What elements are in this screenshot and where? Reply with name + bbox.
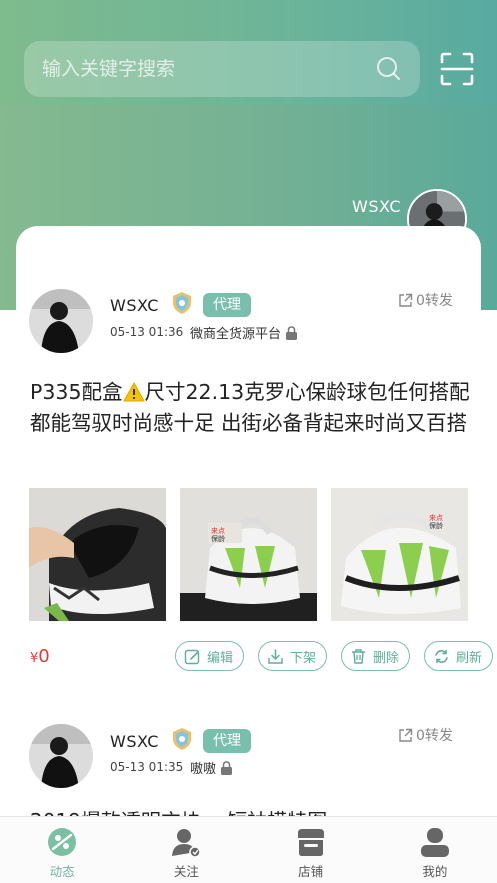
user-profile-icon [420, 828, 449, 857]
share-count: 0转发 [416, 728, 453, 744]
vip-badge-icon [173, 728, 191, 750]
post-username[interactable]: WSXC [110, 732, 159, 751]
post-photos: 来点 保龄 来点 保龄 [29, 488, 468, 621]
search-bar[interactable] [24, 41, 420, 97]
lock-icon [286, 325, 298, 340]
edit-icon [184, 649, 200, 664]
post-photo-2[interactable]: 来点 保龄 [180, 488, 317, 621]
post-username[interactable]: WSXC [110, 296, 159, 315]
post-time: 05-13 01:36 [110, 325, 184, 339]
edit-label: 编辑 [207, 650, 234, 666]
refresh-icon [435, 649, 448, 663]
tab-follow-label: 关注 [173, 864, 199, 879]
refresh-button[interactable]: 刷新 [424, 641, 494, 671]
delist-label: 下架 [290, 650, 317, 666]
post-avatar[interactable] [29, 289, 93, 353]
post-source-label: 嗷嗷 [190, 762, 217, 777]
post-actions: 编辑 下架 删除 刷新 [175, 641, 494, 671]
trash-icon [352, 648, 366, 664]
post-text-start: P335配盒 [30, 380, 123, 404]
svg-text:保龄: 保龄 [211, 534, 225, 543]
store-icon [297, 829, 324, 856]
post-time: 05-13 01:35 [110, 760, 184, 774]
post-avatar[interactable] [29, 724, 93, 788]
share-icon [399, 728, 413, 742]
tab-feed[interactable]: 动态 [0, 817, 124, 883]
delist-button[interactable]: 下架 [258, 641, 328, 671]
delete-button[interactable]: 删除 [341, 641, 411, 671]
tab-feed-label: 动态 [49, 864, 75, 879]
lock-icon [221, 760, 233, 775]
tab-store-label: 店铺 [298, 864, 324, 879]
svg-text:保龄: 保龄 [429, 521, 443, 530]
agent-tag: 代理 [203, 729, 251, 753]
post-source: 嗷嗷 [190, 758, 233, 777]
profile-name: WSXC [352, 197, 401, 216]
search-input[interactable] [42, 58, 376, 80]
search-icon[interactable] [376, 56, 402, 82]
post-text: P335配盒 尺寸22.13克罗心保龄球包任何搭配都能驾驭时尚感十足 出街必备背起… [30, 377, 470, 439]
share-button[interactable]: 0转发 [398, 725, 453, 745]
refresh-label: 刷新 [456, 650, 483, 666]
vip-badge-icon [173, 292, 191, 314]
post-photo-1[interactable] [29, 488, 166, 621]
warning-icon [122, 382, 145, 402]
price-value: 0 [38, 646, 50, 667]
feed-icon [48, 828, 77, 856]
tab-store[interactable]: 店铺 [249, 817, 373, 883]
share-button[interactable]: 0转发 [398, 290, 453, 310]
user-follow-icon [172, 829, 202, 858]
delete-label: 删除 [373, 650, 400, 666]
svg-text:来点: 来点 [211, 527, 225, 535]
post-photo-3[interactable]: 来点 保龄 [331, 488, 468, 621]
share-icon [399, 293, 413, 307]
post-source: 微商全货源平台 [190, 323, 298, 342]
bottom-tab-bar: 动态 关注 店铺 我的 [0, 816, 497, 883]
post-price: ¥0 [30, 646, 50, 667]
tab-me[interactable]: 我的 [373, 817, 497, 883]
edit-button[interactable]: 编辑 [175, 641, 245, 671]
svg-text:来点: 来点 [429, 514, 443, 522]
tab-follow[interactable]: 关注 [124, 817, 248, 883]
scan-icon[interactable] [440, 52, 474, 86]
post-source-label: 微商全货源平台 [190, 327, 282, 342]
download-icon [268, 648, 283, 664]
share-count: 0转发 [416, 293, 453, 309]
agent-tag: 代理 [203, 293, 251, 317]
tab-me-label: 我的 [422, 864, 448, 879]
